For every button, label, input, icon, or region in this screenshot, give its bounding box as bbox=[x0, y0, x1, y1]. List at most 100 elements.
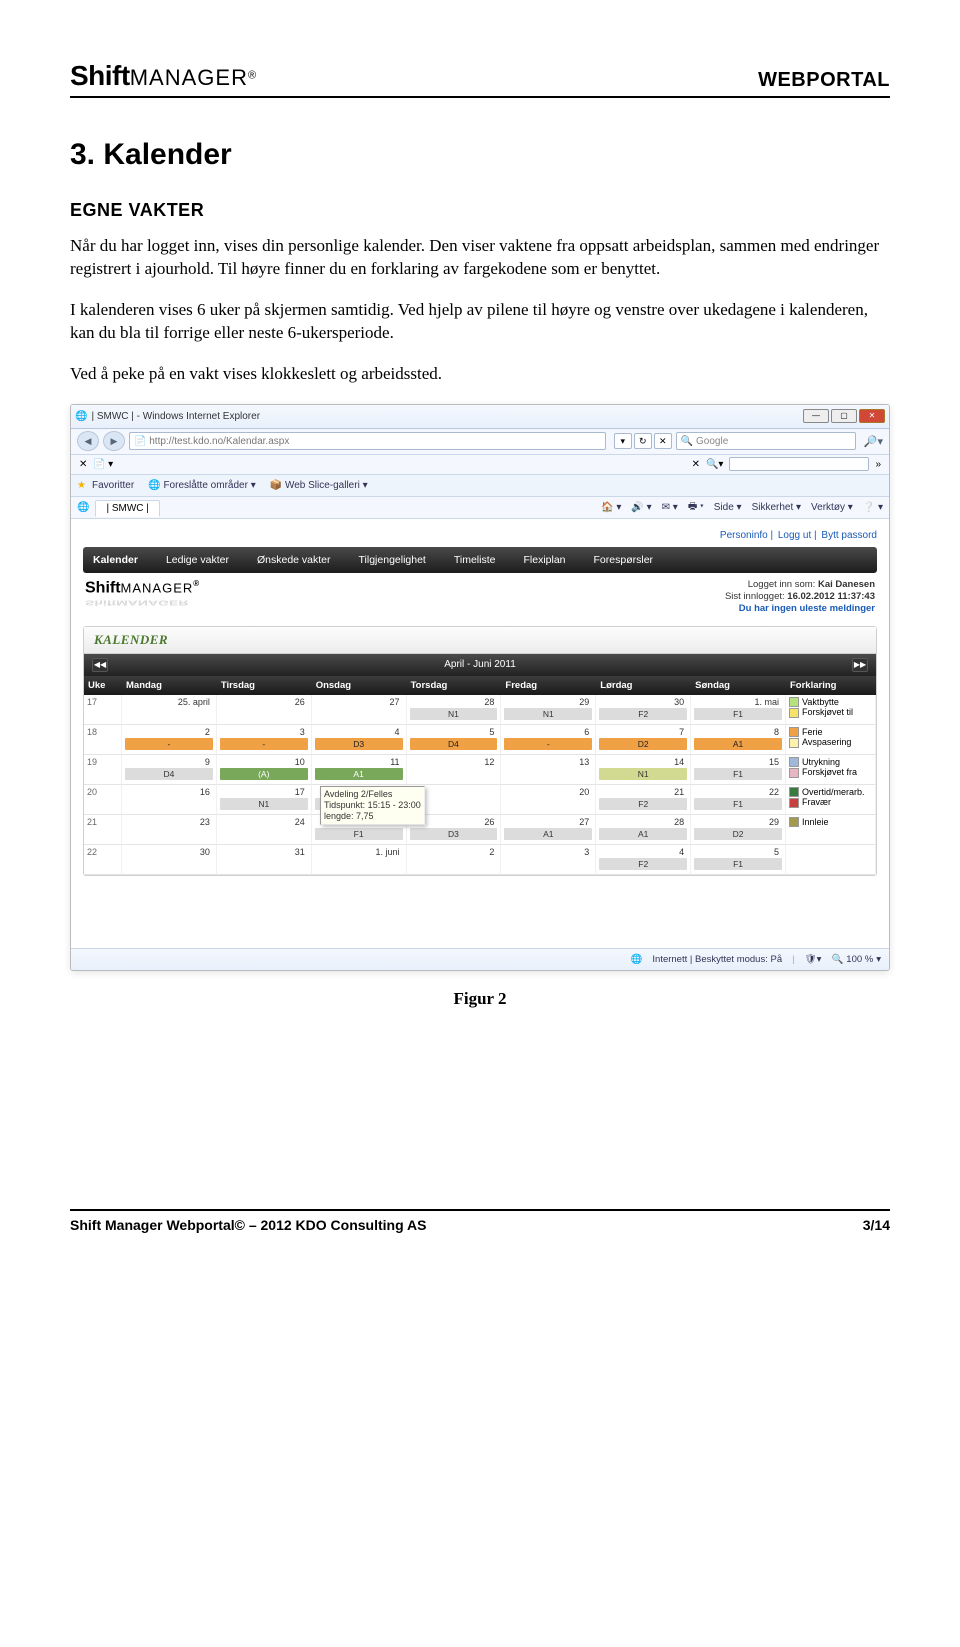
calendar-day[interactable]: 29D2 bbox=[691, 815, 786, 845]
calendar-day[interactable]: 16 bbox=[122, 785, 217, 815]
shift-chip[interactable]: A1 bbox=[315, 768, 403, 780]
menu-flexiplan[interactable]: Flexiplan bbox=[519, 554, 569, 566]
ie-help-button[interactable]: ❔ ▾ bbox=[863, 502, 883, 513]
favorites-label[interactable]: Favoritter bbox=[92, 480, 134, 491]
menu-ledige-vakter[interactable]: Ledige vakter bbox=[162, 554, 233, 566]
calendar-day[interactable]: 29N1 bbox=[501, 695, 596, 725]
menu-timeliste[interactable]: Timeliste bbox=[450, 554, 500, 566]
calendar-day[interactable]: 3- bbox=[217, 725, 312, 755]
calendar-day[interactable]: 28A1 bbox=[596, 815, 691, 845]
calendar-day[interactable]: 28N1 bbox=[407, 695, 502, 725]
calendar-day[interactable]: 15F1 bbox=[691, 755, 786, 785]
calendar-day[interactable]: 20 bbox=[501, 785, 596, 815]
go-button[interactable]: ▾ bbox=[614, 433, 632, 449]
calendar-day[interactable]: 10(A) bbox=[217, 755, 312, 785]
menu-foresporsler[interactable]: Forespørsler bbox=[590, 554, 658, 566]
shift-chip[interactable]: F1 bbox=[694, 798, 782, 810]
ie-home-button[interactable]: 🏠 ▾ bbox=[601, 502, 621, 513]
ie-print-button[interactable]: 🖶 ▾ bbox=[688, 499, 704, 516]
calendar-day[interactable]: 23 bbox=[122, 815, 217, 845]
ie-feeds-button[interactable]: 🔊 ▾ bbox=[631, 502, 651, 513]
search-field[interactable]: 🔍 Google bbox=[676, 432, 856, 450]
calendar-day[interactable]: 4D3 bbox=[312, 725, 407, 755]
menu-tilgjengelighet[interactable]: Tilgjengelighet bbox=[355, 554, 430, 566]
shift-chip[interactable]: D3 bbox=[315, 738, 403, 750]
magnify-icon[interactable]: 🔍▾ bbox=[706, 459, 723, 470]
link-loggut[interactable]: Logg ut bbox=[778, 530, 811, 541]
calendar-day[interactable]: 11A1 bbox=[312, 755, 407, 785]
calendar-day[interactable]: 2- bbox=[122, 725, 217, 755]
calendar-day[interactable]: 7D2 bbox=[596, 725, 691, 755]
calendar-day[interactable]: 9D4 bbox=[122, 755, 217, 785]
shift-chip[interactable]: N1 bbox=[504, 708, 592, 720]
shift-chip[interactable]: - bbox=[220, 738, 308, 750]
shift-chip[interactable]: A1 bbox=[694, 738, 782, 750]
forward-button[interactable]: ▶ bbox=[103, 431, 125, 451]
calendar-day[interactable]: 4F2 bbox=[596, 845, 691, 875]
shift-chip[interactable]: F1 bbox=[694, 768, 782, 780]
calendar-day[interactable]: 5D4 bbox=[407, 725, 502, 755]
next-period-button[interactable]: ▶▶ bbox=[852, 658, 868, 672]
close-pane-icon[interactable]: ✕ bbox=[692, 459, 700, 470]
refresh-button[interactable]: ↻ bbox=[634, 433, 652, 449]
pdf-icon[interactable]: 📄 bbox=[93, 459, 105, 470]
shift-chip[interactable]: F2 bbox=[599, 858, 687, 870]
ie-mail-button[interactable]: ✉ ▾ bbox=[662, 502, 678, 513]
calendar-day[interactable]: 27A1 bbox=[501, 815, 596, 845]
window-minimize-button[interactable]: — bbox=[803, 409, 829, 423]
ie-page-menu[interactable]: Side ▾ bbox=[714, 502, 742, 513]
shift-chip[interactable]: F2 bbox=[599, 708, 687, 720]
calendar-day[interactable]: 24 bbox=[217, 815, 312, 845]
addon-search-field[interactable] bbox=[729, 457, 869, 471]
calendar-day[interactable]: 31 bbox=[217, 845, 312, 875]
calendar-day[interactable]: 12 bbox=[407, 755, 502, 785]
calendar-day[interactable]: 1. maiF1 bbox=[691, 695, 786, 725]
calendar-day[interactable]: 14N1 bbox=[596, 755, 691, 785]
shift-chip[interactable]: D4 bbox=[410, 738, 498, 750]
calendar-day[interactable]: 3 bbox=[501, 845, 596, 875]
stop-button[interactable]: ✕ bbox=[654, 433, 672, 449]
shift-chip[interactable]: A1 bbox=[504, 828, 592, 840]
shift-chip[interactable]: N1 bbox=[220, 798, 308, 810]
calendar-day[interactable]: 26 bbox=[217, 695, 312, 725]
calendar-day[interactable]: 21F2 bbox=[596, 785, 691, 815]
calendar-day[interactable]: 2 bbox=[407, 845, 502, 875]
shift-chip[interactable]: D2 bbox=[694, 828, 782, 840]
prev-period-button[interactable]: ◀◀ bbox=[92, 658, 108, 672]
calendar-day[interactable]: 13 bbox=[501, 755, 596, 785]
shift-chip[interactable]: D3 bbox=[410, 828, 498, 840]
calendar-day[interactable]: 17N1 bbox=[217, 785, 312, 815]
calendar-day[interactable]: 27 bbox=[312, 695, 407, 725]
shift-chip[interactable]: F1 bbox=[694, 858, 782, 870]
shift-chip[interactable]: N1 bbox=[410, 708, 498, 720]
shift-chip[interactable]: F1 bbox=[315, 828, 403, 840]
zoom-control[interactable]: 🔍 100 % ▾ bbox=[831, 954, 881, 965]
ie-safety-menu[interactable]: Sikkerhet ▾ bbox=[752, 502, 801, 513]
link-byttpassord[interactable]: Bytt passord bbox=[821, 530, 877, 541]
favorites-star-icon[interactable]: ★ bbox=[77, 480, 86, 491]
shift-chip[interactable]: - bbox=[504, 738, 592, 750]
link-personinfo[interactable]: Personinfo bbox=[720, 530, 768, 541]
protected-mode-icon[interactable]: 🛡▾ bbox=[805, 954, 822, 965]
calendar-day[interactable]: 8A1 bbox=[691, 725, 786, 755]
menu-kalender[interactable]: Kalender bbox=[89, 554, 142, 566]
back-button[interactable]: ◀ bbox=[77, 431, 99, 451]
shift-chip[interactable]: - bbox=[125, 738, 213, 750]
calendar-day[interactable]: 25. april bbox=[122, 695, 217, 725]
shift-chip[interactable]: D2 bbox=[599, 738, 687, 750]
shift-chip[interactable]: F2 bbox=[599, 798, 687, 810]
calendar-day[interactable]: 1. juni bbox=[312, 845, 407, 875]
ie-tools-menu[interactable]: Verktøy ▾ bbox=[811, 502, 853, 513]
menu-onskede-vakter[interactable]: Ønskede vakter bbox=[253, 554, 335, 566]
shift-chip[interactable]: F1 bbox=[694, 708, 782, 720]
unread-messages-link[interactable]: Du har ingen uleste meldinger bbox=[725, 603, 875, 615]
close-addon-icon[interactable]: ✕ bbox=[79, 459, 87, 470]
calendar-day[interactable]: 22F1 bbox=[691, 785, 786, 815]
search-go-icon[interactable]: 🔎▾ bbox=[864, 435, 883, 448]
url-field[interactable]: 📄 http://test.kdo.no/Kalendar.aspx bbox=[129, 432, 606, 450]
shift-chip[interactable]: A1 bbox=[599, 828, 687, 840]
shift-chip[interactable]: (A) bbox=[220, 768, 308, 780]
calendar-day[interactable]: 5F1 bbox=[691, 845, 786, 875]
browser-tab[interactable]: | SMWC | bbox=[95, 500, 159, 517]
calendar-day[interactable]: 6- bbox=[501, 725, 596, 755]
